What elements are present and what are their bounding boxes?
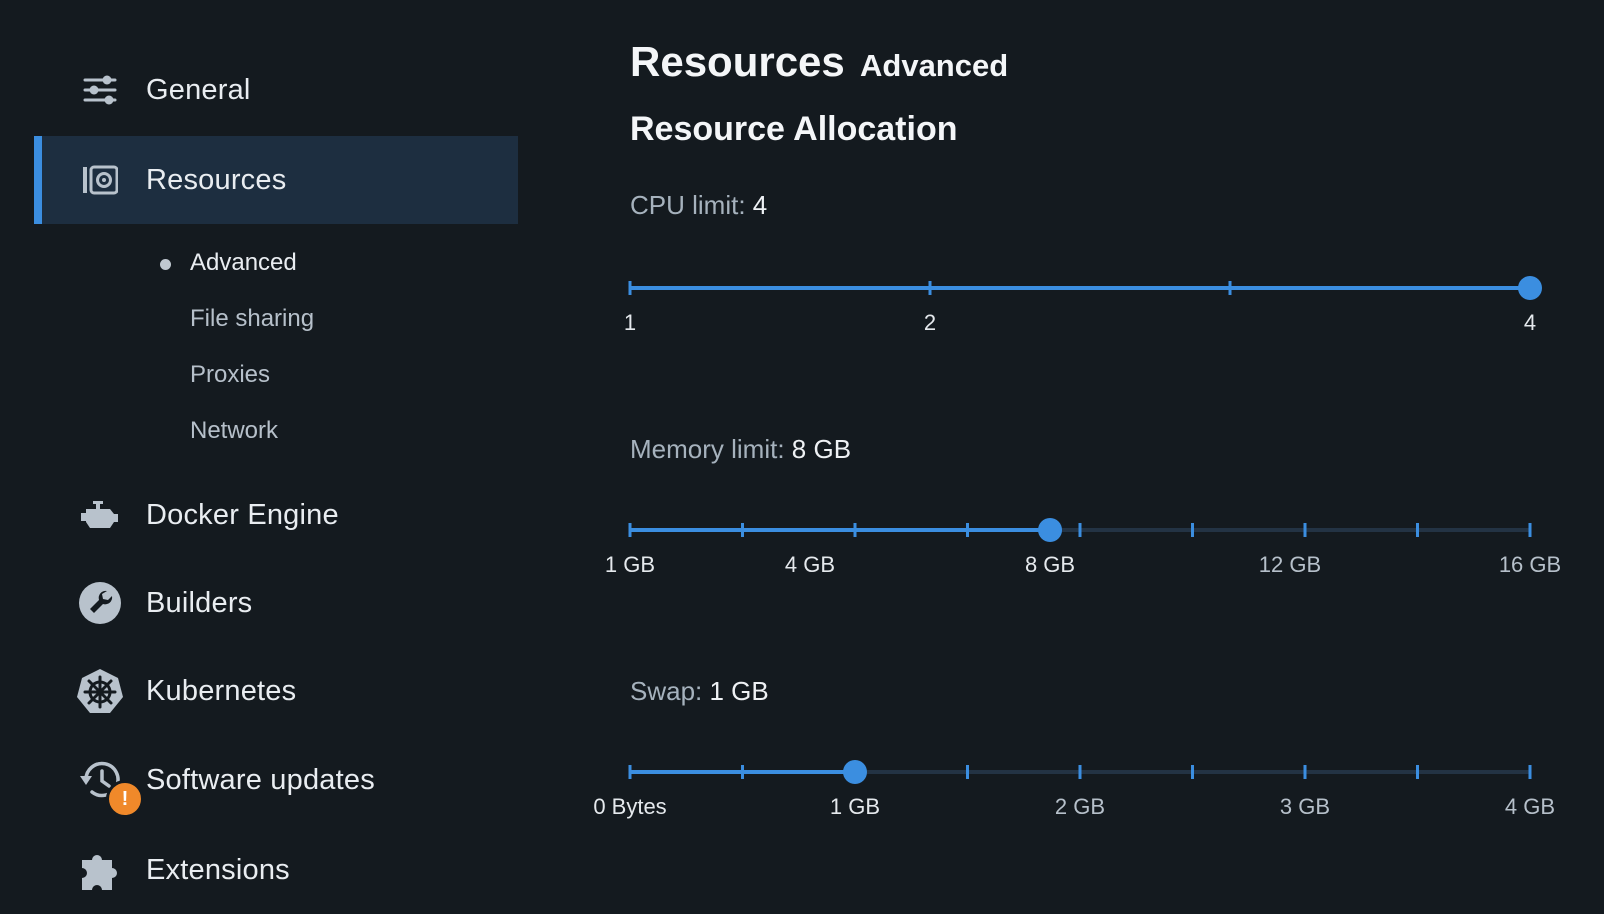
- memory-tick-label: 4 GB: [784, 552, 836, 577]
- memory-slider-graphic: [628, 518, 1532, 542]
- sidebar-item-kubernetes[interactable]: Kubernetes: [34, 647, 518, 735]
- page-title: Resources: [630, 38, 845, 85]
- sidebar-item-label: Builders: [146, 586, 253, 619]
- tab-advanced[interactable]: Advanced: [860, 48, 1008, 84]
- memory-limit-slider[interactable]: 1 GB 4 GB 8 GB 12 GB 16 GB: [605, 502, 1590, 577]
- swap-tick-label: 1 GB: [829, 794, 881, 819]
- main-content: Resources Advanced Resource Allocation C…: [593, 0, 1590, 914]
- cpu-limit-value: 4: [752, 190, 768, 220]
- swap-tick-label: 0 Bytes: [593, 794, 667, 819]
- sidebar-item-extensions[interactable]: Extensions: [34, 826, 518, 914]
- cpu-limit-slider[interactable]: 1 2 4: [624, 260, 1590, 335]
- swap-tick-label: 2 GB: [1054, 794, 1106, 819]
- section-title: Resource Allocation: [630, 110, 958, 148]
- sidebar: General Resources Advanced File sharing …: [0, 0, 520, 914]
- subnav-item-file-sharing[interactable]: File sharing: [190, 305, 314, 333]
- helm-icon: [72, 663, 128, 719]
- cpu-limit-label: CPU limit: 4: [630, 190, 767, 221]
- swap-label: Swap: 1 GB: [630, 676, 769, 707]
- swap-value: 1 GB: [709, 676, 769, 706]
- memory-limit-caption: Memory limit:: [630, 434, 785, 464]
- memory-tick-label: 1 GB: [604, 552, 656, 577]
- subnav-item-advanced[interactable]: Advanced: [190, 249, 297, 277]
- cpu-tick-label: 4: [1523, 310, 1537, 335]
- subnav-item-network[interactable]: Network: [190, 417, 278, 445]
- cpu-slider-thumb[interactable]: [1518, 276, 1542, 300]
- swap-caption: Swap:: [630, 676, 703, 706]
- swap-tick-label: 4 GB: [1504, 794, 1556, 819]
- memory-slider-thumb[interactable]: [1038, 518, 1063, 542]
- swap-slider-thumb[interactable]: [843, 760, 867, 784]
- sidebar-item-general[interactable]: General: [34, 46, 518, 134]
- swap-slider[interactable]: 0 Bytes 1 GB 2 GB 3 GB 4 GB: [593, 744, 1590, 819]
- sidebar-item-software-updates[interactable]: Software updates: [34, 736, 518, 824]
- sidebar-item-label: Docker Engine: [146, 498, 339, 531]
- current-page-bullet: [160, 259, 171, 270]
- sliders-icon: [72, 62, 128, 118]
- memory-tick-label: 8 GB: [1024, 552, 1076, 577]
- swap-tick-label: 3 GB: [1279, 794, 1331, 819]
- wrench-icon: [72, 575, 128, 631]
- memory-limit-value: 8 GB: [791, 434, 852, 464]
- cpu-slider-graphic: [628, 276, 1542, 300]
- puzzle-icon: [72, 842, 128, 898]
- sidebar-item-label: Software updates: [146, 763, 375, 796]
- cpu-tick-label: 2: [923, 310, 937, 335]
- settings-window: General Resources Advanced File sharing …: [0, 0, 1604, 914]
- sidebar-item-label: Kubernetes: [146, 674, 297, 707]
- memory-tick-label: 12 GB: [1258, 552, 1322, 577]
- sidebar-item-label: Resources: [146, 163, 287, 196]
- sidebar-item-builders[interactable]: Builders: [34, 559, 518, 647]
- sidebar-item-resources[interactable]: Resources: [34, 136, 518, 224]
- memory-limit-label: Memory limit: 8 GB: [630, 434, 851, 465]
- cpu-limit-caption: CPU limit:: [630, 190, 746, 220]
- sidebar-item-label: Extensions: [146, 853, 290, 886]
- cpu-tick-label: 1: [623, 310, 637, 335]
- sidebar-item-docker-engine[interactable]: Docker Engine: [34, 471, 518, 559]
- subnav-item-proxies[interactable]: Proxies: [190, 361, 270, 389]
- engine-icon: [72, 487, 128, 543]
- update-warning-badge: !: [106, 780, 144, 818]
- disk-icon: [72, 152, 128, 208]
- memory-tick-label: 16 GB: [1498, 552, 1562, 577]
- sidebar-item-label: General: [146, 73, 251, 106]
